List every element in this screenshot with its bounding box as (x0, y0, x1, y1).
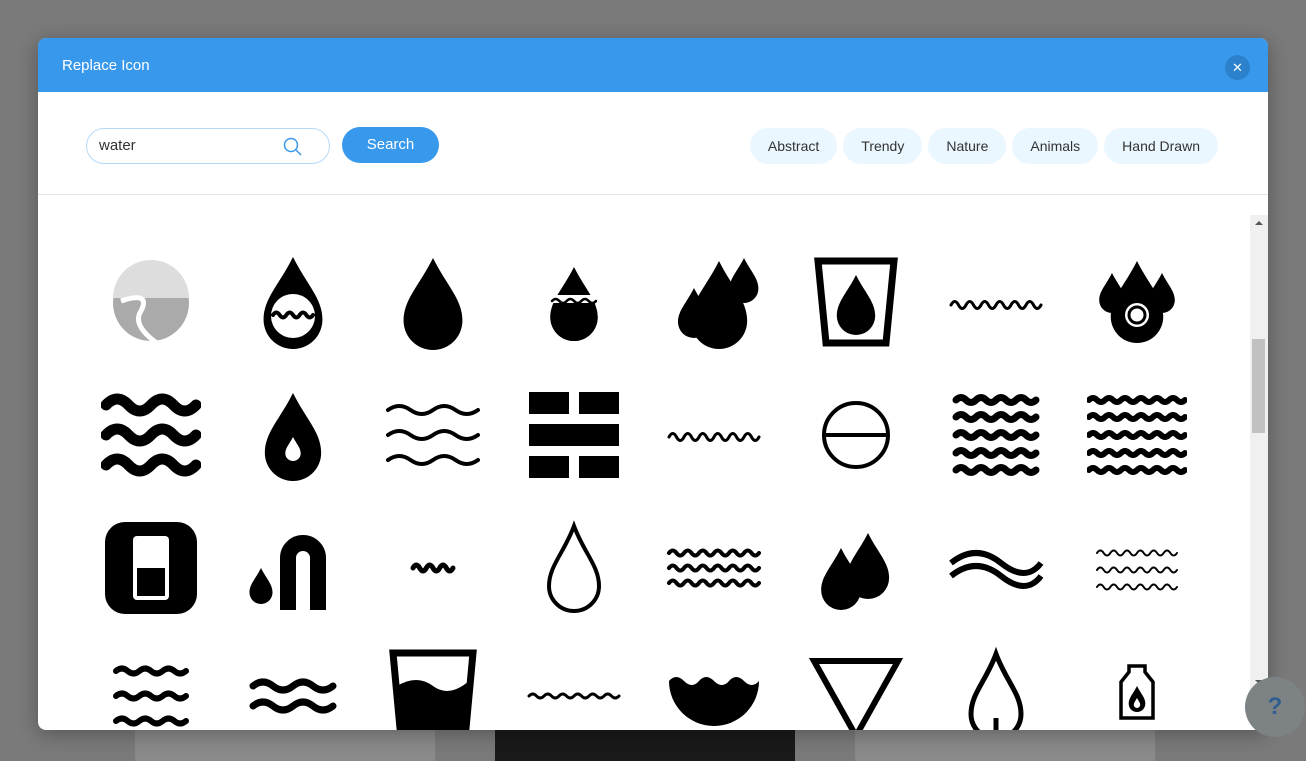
modal-header: Replace Icon ✕ (38, 38, 1268, 92)
tag-trendy[interactable]: Trendy (843, 128, 923, 164)
stacked-waves-wide-icon[interactable] (1086, 385, 1188, 485)
thin-wave-icon[interactable] (524, 646, 624, 730)
search-field[interactable] (86, 128, 330, 164)
drop-with-inner-drop-icon[interactable] (243, 385, 343, 485)
help-button[interactable]: ? (1245, 677, 1305, 737)
triangle-down-icon[interactable] (806, 646, 906, 730)
search-bar: Search Abstract Trendy Nature Animals Ha… (38, 92, 1268, 195)
tag-abstract[interactable]: Abstract (749, 128, 838, 164)
bowl-waves-icon[interactable] (664, 646, 764, 730)
drop-in-circle-waves-icon[interactable] (243, 253, 343, 353)
three-wave-lines-icon[interactable] (383, 385, 483, 485)
circle-divided-icon[interactable] (806, 385, 906, 485)
wave-line-small-icon[interactable] (664, 385, 764, 485)
small-wave-icon[interactable] (383, 518, 483, 618)
search-icon[interactable] (283, 137, 303, 157)
tag-hand-drawn[interactable]: Hand Drawn (1104, 128, 1218, 164)
close-icon: ✕ (1232, 60, 1243, 75)
replace-icon-modal: Replace Icon ✕ Search Abstract Trendy Na… (38, 38, 1268, 730)
three-waves-icon[interactable] (101, 646, 201, 730)
category-tags: Abstract Trendy Nature Animals Hand Draw… (749, 128, 1218, 164)
water-glass-app-icon[interactable] (101, 518, 201, 618)
icon-grid (38, 195, 1250, 730)
tag-nature[interactable]: Nature (928, 128, 1007, 164)
bottle-drop-icon[interactable] (1087, 646, 1187, 730)
drop-outline-stem-icon[interactable] (946, 646, 1046, 730)
thick-waves-icon[interactable] (100, 385, 202, 485)
faucet-drop-icon[interactable] (243, 518, 343, 618)
scrollbar[interactable] (1250, 215, 1268, 690)
scrollbar-thumb[interactable] (1252, 339, 1265, 433)
drop-outline-icon[interactable] (524, 518, 624, 618)
search-button[interactable]: Search (342, 127, 439, 163)
three-drops-icon[interactable] (664, 253, 764, 353)
search-input[interactable] (99, 137, 279, 154)
two-drops-icon[interactable] (806, 518, 906, 618)
outline-waves-icon[interactable] (1087, 518, 1187, 618)
wave-line-icon[interactable] (946, 253, 1046, 353)
drops-with-bubbles-icon[interactable] (1087, 253, 1187, 353)
two-waves-icon[interactable] (243, 646, 343, 730)
modal-title: Replace Icon (62, 57, 150, 74)
close-button[interactable]: ✕ (1225, 55, 1250, 80)
river-landscape-icon[interactable] (101, 253, 201, 353)
drop-half-filled-icon[interactable] (524, 253, 624, 353)
glass-with-drop-icon[interactable] (806, 253, 906, 353)
tag-animals[interactable]: Animals (1012, 128, 1099, 164)
water-drop-icon[interactable] (383, 253, 483, 353)
swoosh-waves-icon[interactable] (946, 518, 1046, 618)
zigzag-waves-icon[interactable] (664, 518, 764, 618)
brick-wall-icon[interactable] (524, 385, 624, 485)
scroll-up-icon[interactable] (1255, 221, 1263, 225)
stacked-waves-icon[interactable] (946, 385, 1046, 485)
cup-water-icon[interactable] (383, 646, 483, 730)
